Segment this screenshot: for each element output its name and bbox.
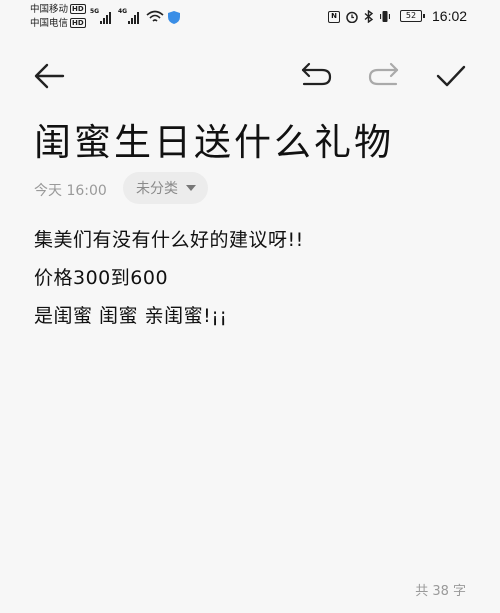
- arrow-left-icon: [34, 63, 65, 89]
- category-dropdown[interactable]: 未分类: [123, 172, 208, 204]
- vibrate-icon: [380, 11, 390, 22]
- carrier-1: 中国移动 HD: [30, 4, 86, 16]
- redo-button[interactable]: [366, 58, 402, 94]
- carrier-2: 中国电信 HD: [30, 18, 86, 30]
- bluetooth-icon: [364, 10, 374, 23]
- hd-badge: HD: [70, 18, 86, 28]
- signal-4g-icon: 4G: [118, 8, 142, 24]
- shield-icon: [168, 11, 180, 24]
- system-icons: N: [328, 10, 390, 23]
- done-button[interactable]: [433, 58, 469, 94]
- carrier-1-label: 中国移动: [30, 4, 69, 15]
- carrier-2-label: 中国电信: [30, 18, 69, 29]
- word-count: 共 38 字: [415, 584, 466, 599]
- redo-icon: [368, 62, 399, 86]
- nfc-icon: N: [328, 10, 340, 23]
- category-label: 未分类: [136, 181, 178, 197]
- note-body-line[interactable]: 价格300到600: [34, 263, 168, 290]
- note-body-line[interactable]: 集美们有没有什么好的建议呀!!: [34, 225, 304, 252]
- status-bar: 中国移动 HD 中国电信 HD 5G 4G N 52 16:02: [0, 0, 500, 40]
- undo-icon: [301, 62, 332, 86]
- check-icon: [436, 65, 466, 87]
- alarm-icon: [346, 11, 358, 23]
- battery-icon: 52: [400, 10, 425, 22]
- note-body-line[interactable]: 是闺蜜 闺蜜 亲闺蜜!¡¡: [34, 301, 227, 328]
- hd-badge: HD: [70, 4, 86, 14]
- signal-5g-icon: 5G: [90, 8, 114, 24]
- note-title[interactable]: 闺蜜生日送什么礼物: [34, 112, 394, 166]
- chevron-down-icon: [186, 185, 196, 191]
- wifi-icon: [146, 10, 164, 22]
- clock: 16:02: [432, 8, 468, 24]
- undo-button[interactable]: [298, 58, 334, 94]
- back-button[interactable]: [32, 58, 68, 94]
- note-timestamp: 今天 16:00: [34, 183, 107, 199]
